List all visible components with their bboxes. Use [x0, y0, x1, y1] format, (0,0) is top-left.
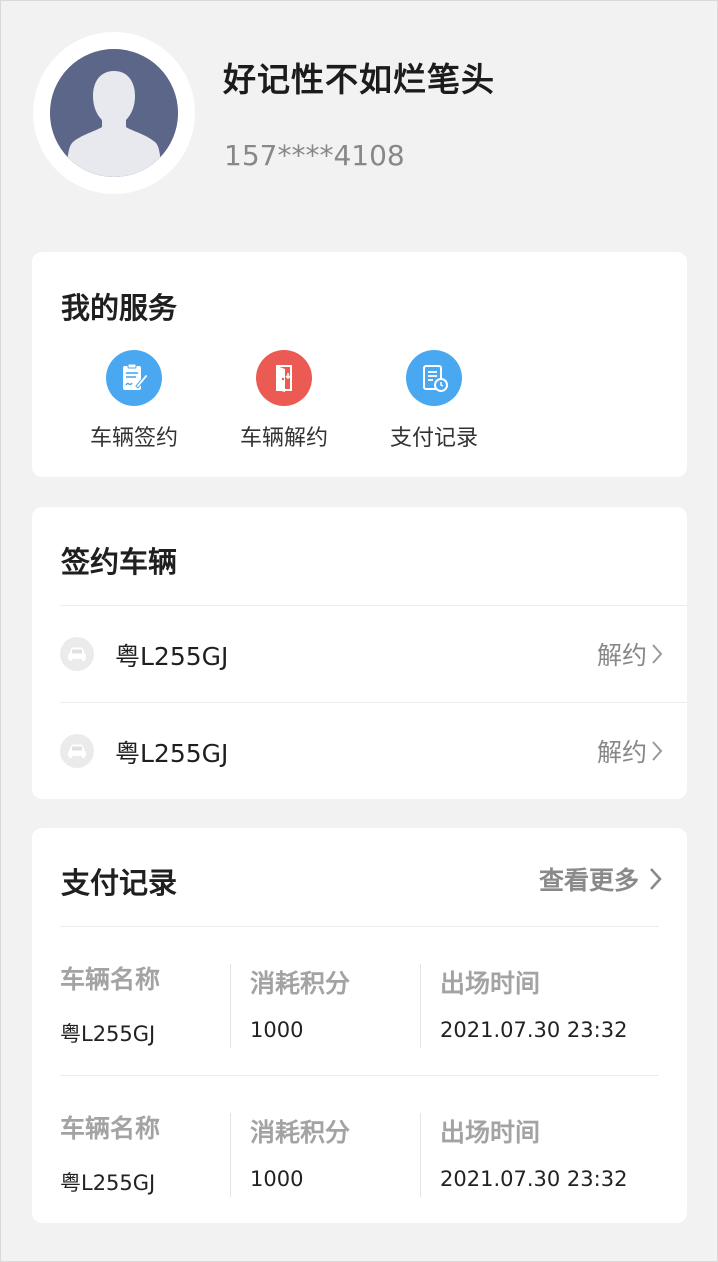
divider — [60, 1075, 659, 1076]
payment-record: 车辆名称 粤L255GJ 消耗积分 1000 出场时间 2021.07.30 2… — [60, 960, 659, 1080]
vehicle-row: 粤L255GJ 解约 — [60, 605, 687, 702]
payment-records-card: 支付记录 查看更多 车辆名称 粤L255GJ 消耗积分 1000 出场时间 20… — [32, 828, 687, 1223]
car-icon — [60, 637, 94, 671]
unsign-label: 解约 — [596, 641, 647, 670]
vehicle-name-value: 粤L255GJ — [60, 1022, 156, 1046]
service-label: 支付记录 — [389, 426, 478, 451]
record-vehicle-col: 车辆名称 粤L255GJ — [60, 960, 160, 1070]
column-divider — [420, 1113, 421, 1197]
points-header: 消耗积分 — [250, 969, 351, 998]
points-value: 1000 — [250, 1018, 304, 1042]
payment-record: 车辆名称 粤L255GJ 消耗积分 1000 出场时间 2021.07.30 2… — [60, 1109, 659, 1229]
exit-door-icon — [256, 350, 312, 406]
record-vehicle-col: 车辆名称 粤L255GJ — [60, 1109, 160, 1219]
sign-contract-icon — [106, 350, 162, 406]
exit-time-header: 出场时间 — [440, 1118, 541, 1147]
default-user-icon — [50, 49, 178, 177]
vehicle-row: 粤L255GJ 解约 — [60, 702, 687, 799]
user-name: 好记性不如烂笔头 — [223, 60, 495, 99]
points-header: 消耗积分 — [250, 1118, 351, 1147]
car-icon — [60, 734, 94, 768]
services-title: 我的服务 — [61, 291, 178, 325]
record-points-col: 消耗积分 1000 — [250, 1109, 350, 1219]
payments-title: 支付记录 — [61, 866, 178, 900]
vehicle-name-header: 车辆名称 — [60, 1114, 161, 1143]
avatar-ring — [33, 32, 195, 194]
user-phone: 157****4108 — [224, 139, 405, 172]
unsign-label: 解约 — [596, 738, 647, 767]
column-divider — [230, 1113, 231, 1197]
unsign-button[interactable]: 解约 — [597, 636, 663, 672]
vehicle-plate: 粤L255GJ — [115, 642, 229, 671]
view-more-label: 查看更多 — [538, 866, 639, 895]
service-vehicle-unsign[interactable]: 车辆解约 — [224, 350, 344, 452]
record-time-col: 出场时间 2021.07.30 23:32 — [440, 1109, 627, 1219]
chevron-right-icon — [650, 868, 662, 890]
exit-time-header: 出场时间 — [440, 969, 541, 998]
vehicle-name-value: 粤L255GJ — [60, 1171, 156, 1195]
vehicles-title: 签约车辆 — [61, 545, 178, 579]
divider — [60, 926, 659, 927]
profile-header: 好记性不如烂笔头 157****4108 — [1, 1, 717, 231]
vehicle-name-header: 车辆名称 — [60, 965, 161, 994]
column-divider — [420, 964, 421, 1048]
services-card: 我的服务 车辆签约 车辆解约 支付记录 — [32, 252, 687, 477]
exit-time-value: 2021.07.30 23:32 — [440, 1018, 628, 1042]
column-divider — [230, 964, 231, 1048]
chevron-right-icon — [652, 741, 663, 761]
vehicle-plate: 粤L255GJ — [115, 739, 229, 768]
payment-record-icon — [406, 350, 462, 406]
exit-time-value: 2021.07.30 23:32 — [440, 1167, 628, 1191]
service-vehicle-sign[interactable]: 车辆签约 — [74, 350, 194, 452]
record-points-col: 消耗积分 1000 — [250, 960, 350, 1070]
service-payment-record[interactable]: 支付记录 — [374, 350, 494, 452]
avatar[interactable] — [50, 49, 178, 177]
view-more-button[interactable]: 查看更多 — [539, 861, 663, 897]
signed-vehicles-card: 签约车辆 粤L255GJ 解约 粤L255GJ 解约 — [32, 507, 687, 799]
unsign-button[interactable]: 解约 — [597, 733, 663, 769]
points-value: 1000 — [250, 1167, 304, 1191]
record-time-col: 出场时间 2021.07.30 23:32 — [440, 960, 627, 1070]
service-label: 车辆签约 — [89, 426, 178, 451]
chevron-right-icon — [652, 644, 663, 664]
service-label: 车辆解约 — [239, 426, 328, 451]
